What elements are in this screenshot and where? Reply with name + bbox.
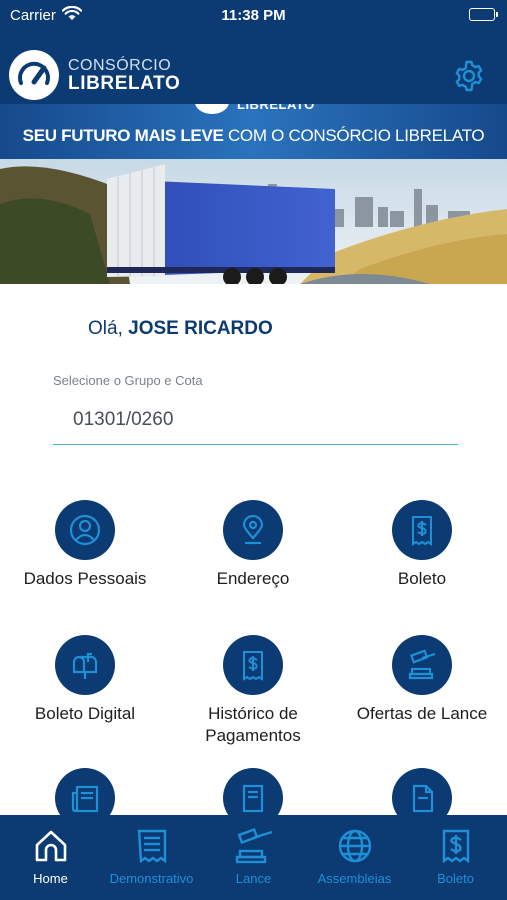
- menu-item-label: Ofertas de Lance: [356, 704, 488, 723]
- greeting: Olá, JOSE RICARDO: [88, 318, 273, 340]
- newspaper-icon: [71, 785, 99, 813]
- menu-item-label: Endereço: [216, 569, 290, 588]
- menu-item-label: Dados Pessoais: [23, 569, 147, 588]
- menu-item-icon-wrap: [223, 500, 283, 560]
- menu-item-icon-wrap: [55, 500, 115, 560]
- tab-assembleias[interactable]: Assembleias: [304, 815, 405, 900]
- menu-item-icon-wrap: [55, 635, 115, 695]
- tab-boleto[interactable]: Boleto: [405, 815, 506, 900]
- clock: 11:38 PM: [221, 7, 286, 24]
- gavel-icon: [203, 827, 304, 867]
- menu-item-icon-wrap: [392, 500, 452, 560]
- dollar-receipt-icon: [412, 516, 432, 546]
- menu-item-dados-pessoais[interactable]: Dados Pessoais: [10, 500, 160, 590]
- location-pin-icon: [242, 514, 264, 545]
- tab-label: Demonstrativo: [109, 871, 194, 886]
- brand-line-1: CONSÓRCIO: [68, 57, 172, 74]
- globe-icon: [304, 827, 405, 867]
- brand-logo-icon: [9, 50, 59, 100]
- app-header: CONSÓRCIO LIBRELATO: [0, 32, 507, 104]
- tab-demonstrativo[interactable]: Demonstrativo: [101, 815, 202, 900]
- status-bar: Carrier 11:38 PM: [0, 0, 507, 32]
- home-icon: [0, 827, 101, 867]
- menu-item-ofertas-de-lance[interactable]: Ofertas de Lance: [347, 635, 497, 725]
- banner-logo-text: LIBRELATO: [237, 104, 315, 112]
- tab-label: Assembleias: [317, 871, 392, 886]
- settings-button[interactable]: [451, 58, 487, 94]
- menu-item-boleto[interactable]: Boleto: [347, 500, 497, 590]
- brand-line-2: LIBRELATO: [68, 73, 181, 94]
- dollar-receipt-icon: [243, 651, 263, 681]
- bottom-tab-bar: Home Demonstrativo Lance Assembleias Bol…: [0, 815, 507, 900]
- battery-icon: [469, 8, 498, 21]
- document-list-icon: [242, 784, 264, 813]
- menu-item-icon-wrap: [223, 635, 283, 695]
- truck-landscape-image: [0, 159, 507, 284]
- menu-item-label: Boleto: [397, 569, 447, 588]
- tab-label: Lance: [235, 871, 272, 886]
- dollar-receipt-icon: [405, 827, 506, 867]
- mailbox-icon: [72, 652, 98, 679]
- menu-item-label: Boleto Digital: [34, 704, 136, 723]
- receipt-list-icon: [101, 827, 202, 867]
- brand-logo-text: CONSÓRCIO LIBRELATO: [68, 57, 180, 94]
- banner-slogan-rest: COM O CONSÓRCIO LIBRELATO: [223, 126, 485, 145]
- tab-lance[interactable]: Lance: [203, 815, 304, 900]
- menu-item-endereco[interactable]: Endereço: [178, 500, 328, 590]
- group-select-label: Selecione o Grupo e Cota: [53, 373, 203, 388]
- greeting-prefix: Olá,: [88, 318, 129, 339]
- person-icon: [69, 514, 101, 546]
- document-icon: [412, 784, 434, 813]
- menu-item-icon-wrap: [392, 635, 452, 695]
- tab-label: Boleto: [437, 871, 474, 886]
- group-quota-select[interactable]: [53, 395, 458, 445]
- menu-item-boleto-digital[interactable]: Boleto Digital: [10, 635, 160, 725]
- tab-label: Home: [33, 871, 68, 886]
- promo-banner: LIBRELATO SEU FUTURO MAIS LEVE COM O CON…: [0, 104, 507, 284]
- banner-slogan-bold: SEU FUTURO MAIS LEVE: [22, 126, 224, 145]
- gear-icon: [455, 60, 483, 92]
- user-name: JOSE RICARDO: [128, 318, 273, 339]
- menu-item-historico-pagamentos[interactable]: Histórico de Pagamentos: [178, 635, 328, 747]
- gavel-icon: [408, 649, 436, 680]
- tab-home[interactable]: Home: [0, 815, 101, 900]
- banner-slogan: SEU FUTURO MAIS LEVE COM O CONSÓRCIO LIB…: [0, 126, 507, 146]
- menu-item-label: Histórico de Pagamentos: [205, 704, 301, 745]
